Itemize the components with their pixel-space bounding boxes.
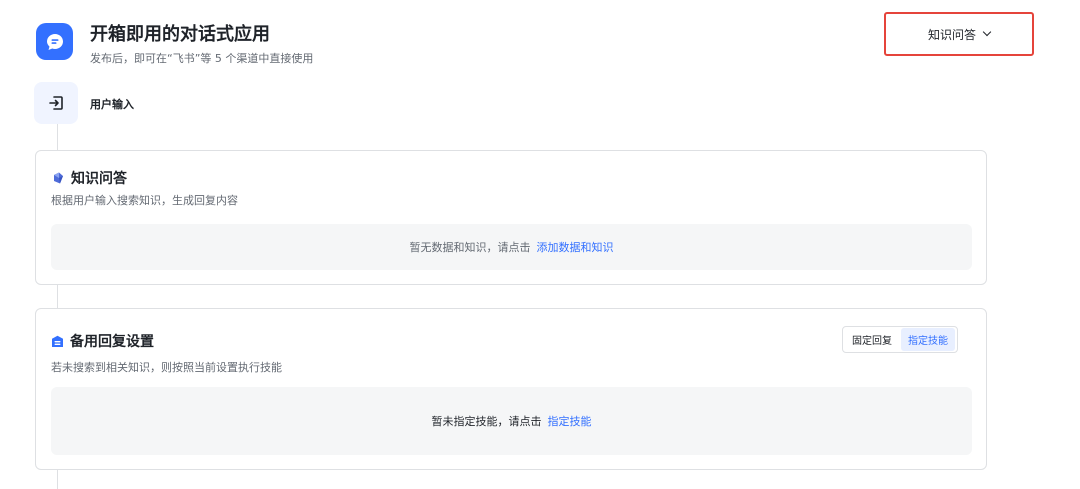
fallback-empty-text: 暂未指定技能，请点击 (431, 415, 542, 428)
knowledge-qa-card: 知识问答 根据用户输入搜索知识，生成回复内容 暂无数据和知识，请点击 添加数据和… (35, 150, 987, 285)
assign-skill-link[interactable]: 指定技能 (548, 413, 592, 429)
fallback-empty-state: 暂未指定技能，请点击 指定技能 (51, 387, 972, 455)
fallback-title-row: 备用回复设置 (51, 331, 154, 351)
fallback-mode-segmented: 固定回复 指定技能 (842, 326, 958, 353)
knowledge-qa-empty-state: 暂无数据和知识，请点击 添加数据和知识 (51, 224, 972, 270)
knowledge-qa-title-row: 知识问答 (51, 168, 127, 188)
knowledge-qa-title: 知识问答 (71, 171, 127, 187)
page-title: 开箱即用的对话式应用 (90, 24, 270, 45)
knowledge-qa-description: 根据用户输入搜索知识，生成回复内容 (51, 194, 238, 207)
chat-bubble-icon (46, 33, 63, 50)
segment-assign-skill[interactable]: 指定技能 (901, 328, 955, 351)
app-icon (36, 23, 73, 60)
mode-select-value: 知识问答 (927, 27, 976, 42)
knowledge-gem-icon (54, 172, 63, 184)
fallback-description: 若未搜索到相关知识，则按照当前设置执行技能 (51, 361, 282, 374)
input-node-icon (34, 82, 78, 124)
fallback-reply-card: 备用回复设置 若未搜索到相关知识，则按照当前设置执行技能 固定回复 指定技能 暂… (35, 308, 987, 470)
input-node-label: 用户输入 (90, 98, 134, 111)
chevron-down-icon (982, 27, 992, 37)
fallback-title: 备用回复设置 (70, 334, 154, 350)
knowledge-qa-empty-text: 暂无数据和知识，请点击 (409, 241, 531, 254)
login-arrow-icon (49, 96, 63, 110)
add-data-knowledge-link[interactable]: 添加数据和知识 (537, 239, 614, 255)
fallback-box-icon (52, 335, 63, 347)
mode-select-dropdown[interactable]: 知识问答 (884, 12, 1034, 56)
segment-fixed-reply[interactable]: 固定回复 (845, 328, 899, 351)
page-subtitle: 发布后，即可在“飞书”等 5 个渠道中直接使用 (90, 52, 314, 65)
